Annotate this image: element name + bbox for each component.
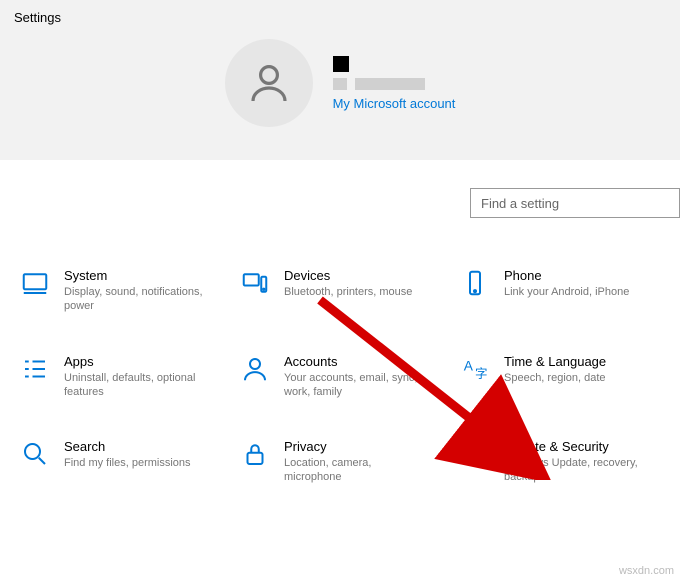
- tile-title: System: [64, 268, 204, 283]
- tile-accounts[interactable]: Accounts Your accounts, email, sync, wor…: [240, 354, 440, 400]
- time-language-icon: A字: [460, 354, 490, 384]
- tile-title: Search: [64, 439, 191, 454]
- avatar[interactable]: [225, 39, 313, 127]
- tile-title: Phone: [504, 268, 629, 283]
- apps-icon: [20, 354, 50, 384]
- devices-icon: [240, 268, 270, 298]
- tile-title: Accounts: [284, 354, 424, 369]
- search-placeholder: Find a setting: [481, 196, 559, 211]
- redacted-email-row: [333, 78, 456, 90]
- search-icon: [20, 439, 50, 469]
- tile-title: Apps: [64, 354, 204, 369]
- tile-update-security[interactable]: Update & Security Windows Update, recove…: [460, 439, 660, 485]
- tile-time-language[interactable]: A字 Time & Language Speech, region, date: [460, 354, 660, 400]
- tile-desc: Display, sound, notifications, power: [64, 285, 204, 314]
- tile-desc: Speech, region, date: [504, 371, 606, 385]
- search-input[interactable]: Find a setting: [470, 188, 680, 218]
- tile-title: Privacy: [284, 439, 424, 454]
- tile-apps[interactable]: Apps Uninstall, defaults, optional featu…: [20, 354, 220, 400]
- svg-text:A: A: [464, 358, 474, 373]
- tile-privacy[interactable]: Privacy Location, camera, microphone: [240, 439, 440, 485]
- tile-desc: Bluetooth, printers, mouse: [284, 285, 412, 299]
- accounts-icon: [240, 354, 270, 384]
- tile-phone[interactable]: Phone Link your Android, iPhone: [460, 268, 660, 314]
- profile-text: My Microsoft account: [333, 56, 456, 111]
- phone-icon: [460, 268, 490, 298]
- header-bar: Settings My Microsoft account: [0, 0, 680, 160]
- privacy-icon: [240, 439, 270, 469]
- tile-title: Time & Language: [504, 354, 606, 369]
- redacted-block: [333, 78, 347, 90]
- system-icon: [20, 268, 50, 298]
- tile-system[interactable]: System Display, sound, notifications, po…: [20, 268, 220, 314]
- person-icon: [245, 59, 293, 107]
- tile-desc: Windows Update, recovery, backup: [504, 456, 644, 485]
- tile-desc: Your accounts, email, sync, work, family: [284, 371, 424, 400]
- update-security-icon: [460, 439, 490, 469]
- redacted-block: [333, 56, 349, 72]
- tile-desc: Link your Android, iPhone: [504, 285, 629, 299]
- tile-desc: Location, camera, microphone: [284, 456, 424, 485]
- my-microsoft-account-link[interactable]: My Microsoft account: [333, 96, 456, 111]
- watermark: wsxdn.com: [619, 565, 674, 577]
- svg-text:字: 字: [475, 365, 488, 380]
- tile-devices[interactable]: Devices Bluetooth, printers, mouse: [240, 268, 440, 314]
- search-row: Find a setting: [0, 160, 680, 218]
- tile-search[interactable]: Search Find my files, permissions: [20, 439, 220, 485]
- tile-title: Devices: [284, 268, 412, 283]
- tile-desc: Uninstall, defaults, optional features: [64, 371, 204, 400]
- tile-desc: Find my files, permissions: [64, 456, 191, 470]
- redacted-name-row: [333, 56, 456, 72]
- settings-grid: System Display, sound, notifications, po…: [0, 218, 680, 485]
- redacted-block: [355, 78, 425, 90]
- tile-title: Update & Security: [504, 439, 644, 454]
- profile-area: My Microsoft account: [14, 39, 666, 127]
- page-title: Settings: [14, 10, 666, 25]
